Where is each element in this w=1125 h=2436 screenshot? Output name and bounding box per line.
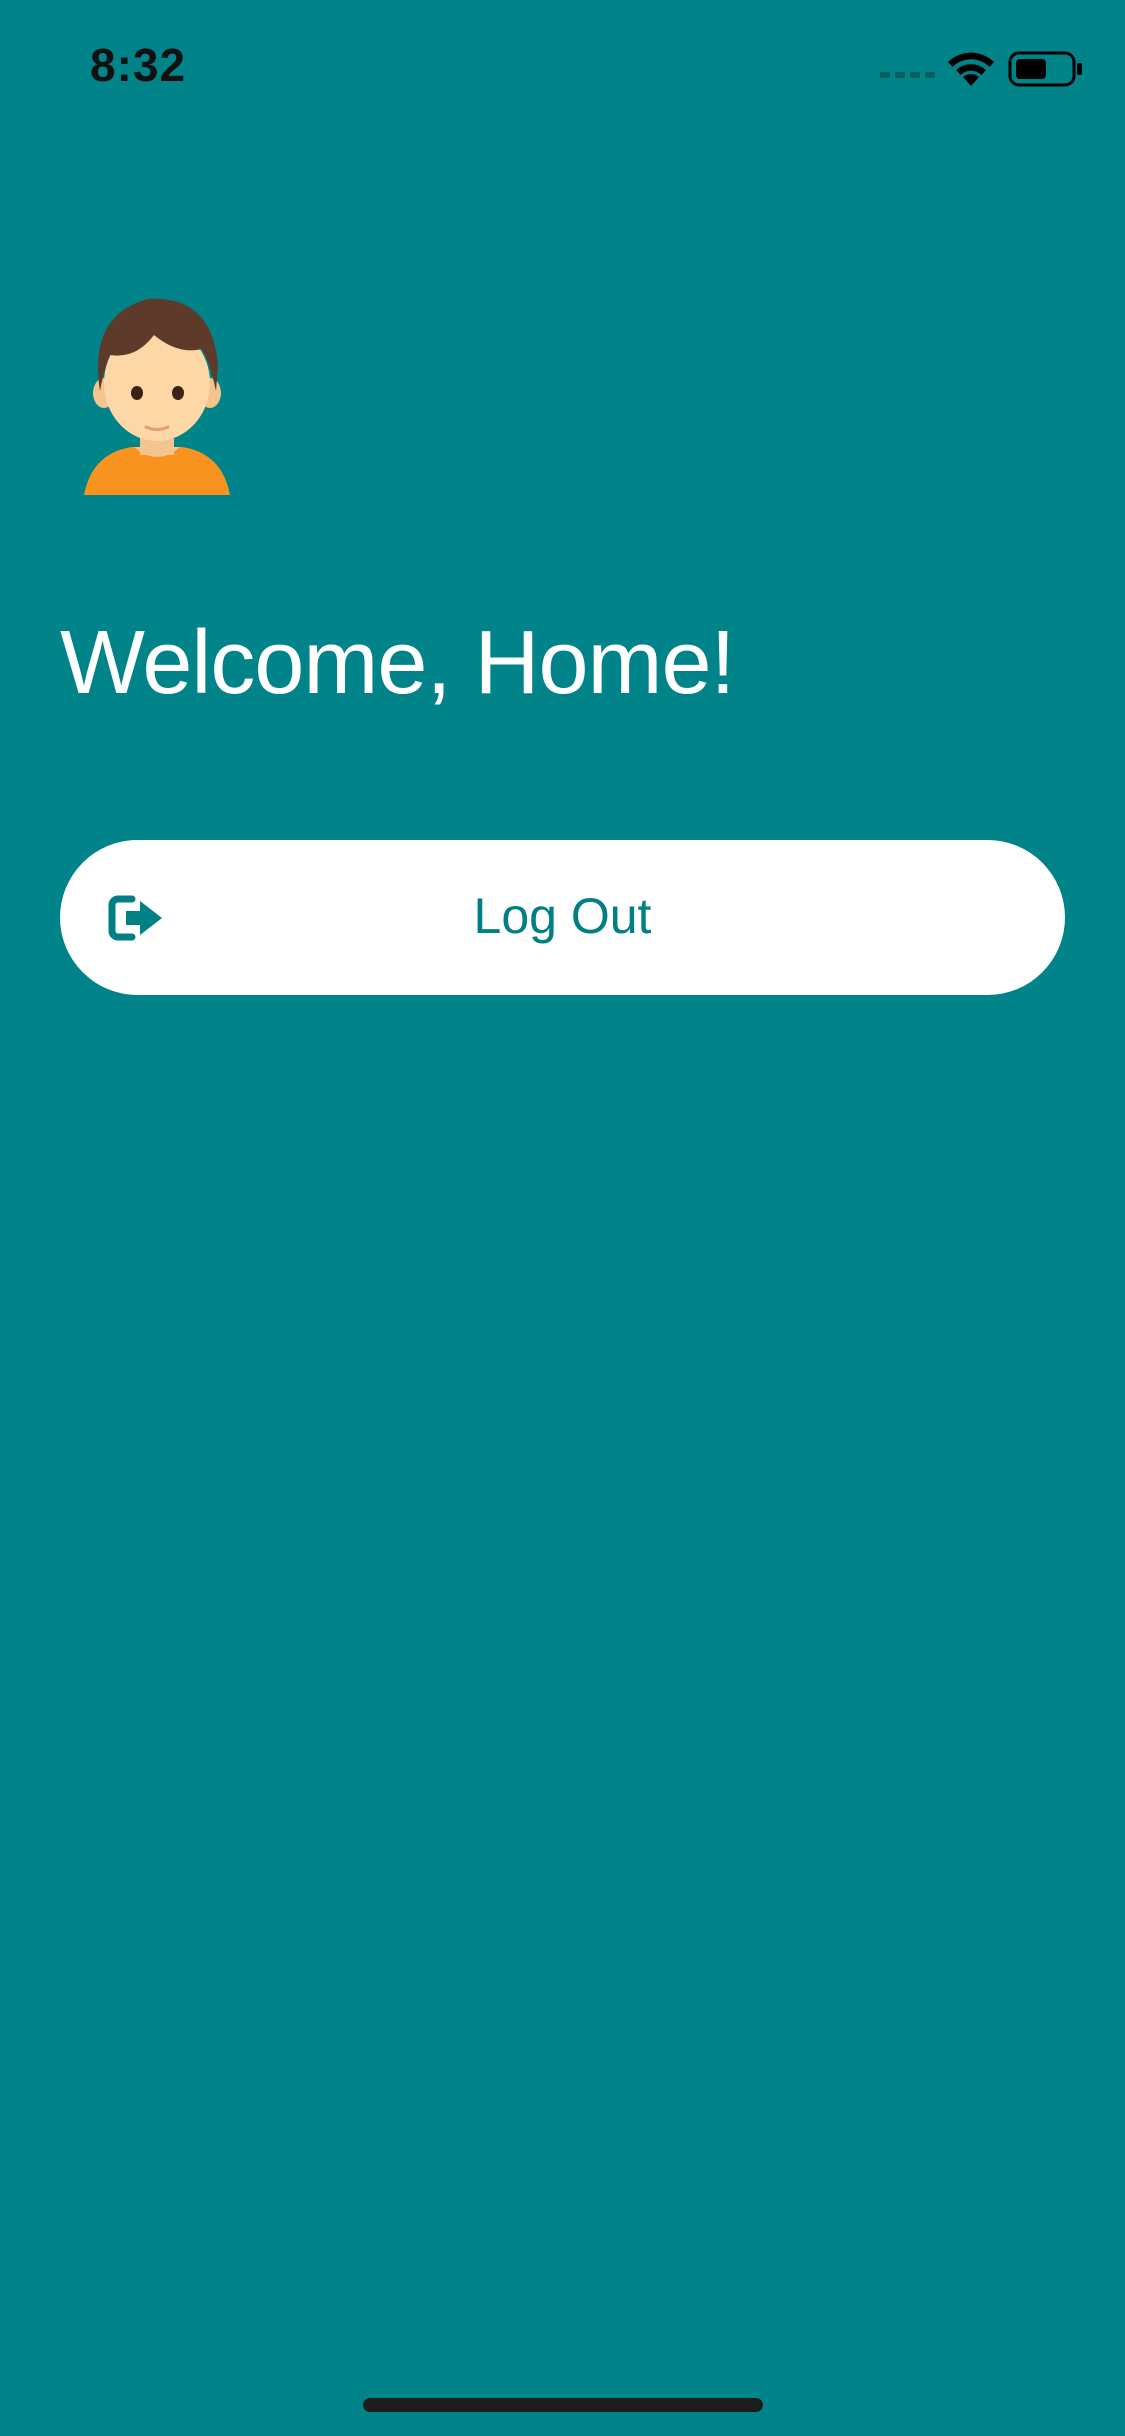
welcome-title: Welcome, Home! [60,613,736,713]
status-bar: 8:32 [0,0,1125,132]
battery-icon [1008,51,1082,87]
wifi-icon [948,52,994,86]
boy-avatar [84,298,230,495]
signal-icon [880,72,935,78]
status-time: 8:32 [90,39,187,91]
home-indicator[interactable] [363,2398,763,2412]
logout-button-label: Log Out [473,888,652,944]
logout-button[interactable]: Log Out [60,840,1065,995]
